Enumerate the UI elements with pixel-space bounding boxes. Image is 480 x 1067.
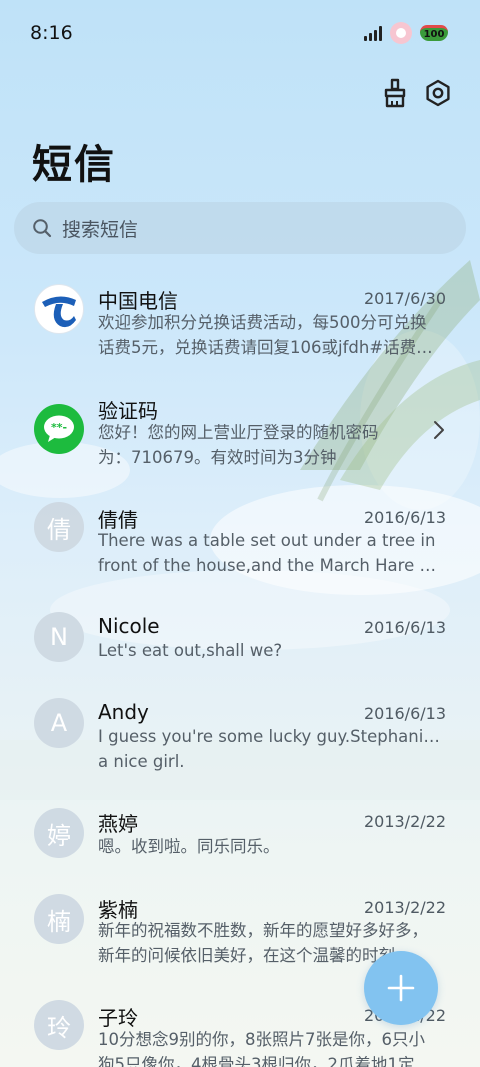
preview-line: 新年的祝福数不胜数，新年的愿望好多好多， — [98, 921, 428, 940]
preview-line: 狗5只像你，4根骨头3根归你，2爪着地1定 — [98, 1055, 415, 1067]
preview-line: 话费5元，兑换话费请回复106或jfdh#话费… — [98, 338, 433, 357]
preview-line: a nice girl. — [98, 752, 185, 771]
message-preview: 10分想念9别的你，8张照片7张是你，6只小 狗5只像你，4根骨头3根归你，2爪… — [98, 1027, 446, 1067]
message-preview: 嗯。收到啦。同乐同乐。 — [98, 834, 446, 859]
flower-icon — [390, 22, 412, 44]
conversation-item-telecom[interactable]: 中国电信 2017/6/30 欢迎参加积分兑换话费活动，每500分可兑换 话费5… — [0, 270, 480, 374]
message-date: 2016/6/13 — [363, 704, 446, 723]
preview-line: 您好！您的网上营业厅登录的随机密码 — [98, 423, 379, 442]
message-date: 2016/6/13 — [363, 508, 446, 527]
status-bar: 8:16 100 — [0, 0, 480, 66]
contact-initial-avatar: N — [34, 612, 84, 662]
contact-initial-avatar: 楠 — [34, 894, 84, 944]
message-preview: 您好！您的网上营业厅登录的随机密码 为：710679。有效时间为3分钟 — [98, 420, 398, 470]
svg-text:**-: **- — [51, 421, 67, 434]
sms-bubble-avatar: **- — [34, 404, 84, 454]
battery-level: 100 — [423, 29, 445, 40]
signal-icon — [364, 25, 382, 41]
preview-line: Let's eat out,shall we? — [98, 641, 283, 660]
preview-line: 为：710679。有效时间为3分钟 — [98, 448, 337, 467]
message-date: 2016/6/13 — [363, 618, 446, 637]
message-list: 中国电信 2017/6/30 欢迎参加积分兑换话费活动，每500分可兑换 话费5… — [0, 270, 480, 1067]
message-date: 2013/2/22 — [363, 898, 446, 917]
preview-line: 嗯。收到啦。同乐同乐。 — [98, 837, 280, 856]
plus-icon — [387, 974, 415, 1002]
conversation-item[interactable]: A Andy 2016/6/13 I guess you're some luc… — [0, 688, 480, 792]
status-time: 8:16 — [30, 22, 73, 44]
message-preview: Let's eat out,shall we? — [98, 638, 446, 663]
status-icons: 100 — [364, 22, 448, 44]
new-message-button[interactable] — [364, 951, 438, 1025]
message-date: 2017/6/30 — [363, 289, 446, 308]
contact-initial-avatar: A — [34, 698, 84, 748]
conversation-item[interactable]: N Nicole 2016/6/13 Let's eat out,shall w… — [0, 602, 480, 682]
preview-line: 10分想念9别的你，8张照片7张是你，6只小 — [98, 1030, 425, 1049]
preview-line: I guess you're some lucky guy.Stephanie … — [98, 727, 446, 746]
search-placeholder: 搜索短信 — [62, 218, 139, 241]
clean-brush-icon[interactable] — [378, 76, 412, 110]
sender-name: Andy — [98, 700, 149, 724]
sender-name: 燕婷 — [98, 812, 138, 836]
contact-initial-avatar: 婷 — [34, 808, 84, 858]
search-bar[interactable]: 搜索短信 — [14, 202, 466, 254]
conversation-item[interactable]: 倩 倩倩 2016/6/13 There was a table set out… — [0, 492, 480, 596]
message-date: 2013/2/22 — [363, 812, 446, 831]
chevron-right-icon — [434, 421, 444, 439]
preview-line: 欢迎参加积分兑换话费活动，每500分可兑换 — [98, 313, 427, 332]
conversation-item[interactable]: 婷 燕婷 2013/2/22 嗯。收到啦。同乐同乐。 — [0, 798, 480, 878]
sender-name: Nicole — [98, 614, 160, 638]
contact-initial-avatar: 玲 — [34, 1000, 84, 1050]
page-title: 短信 — [32, 142, 116, 188]
message-preview: 欢迎参加积分兑换话费活动，每500分可兑换 话费5元，兑换话费请回复106或jf… — [98, 310, 446, 360]
preview-line: front of the house,and the March Hare an… — [98, 556, 446, 575]
message-preview: I guess you're some lucky guy.Stephanie … — [98, 724, 446, 774]
preview-line: There was a table set out under a tree i… — [98, 531, 436, 550]
contact-initial-avatar: 倩 — [34, 502, 84, 552]
battery-icon: 100 — [420, 25, 448, 41]
settings-gear-icon[interactable] — [421, 76, 455, 110]
message-preview: There was a table set out under a tree i… — [98, 528, 446, 578]
china-telecom-logo-avatar — [34, 284, 84, 334]
conversation-item-verification-code[interactable]: **- 验证码 您好！您的网上营业厅登录的随机密码 为：710679。有效时间为… — [0, 382, 480, 486]
search-icon — [33, 219, 52, 238]
